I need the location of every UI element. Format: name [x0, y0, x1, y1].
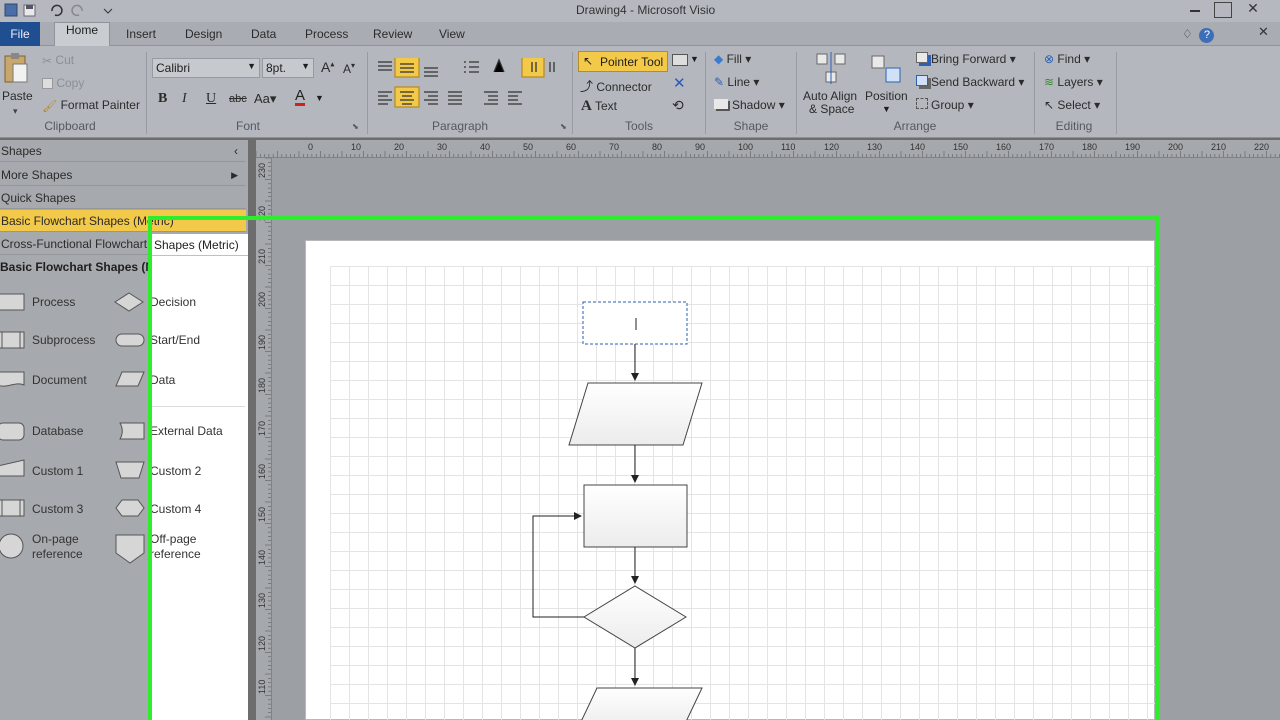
canvas-right-area [1157, 158, 1280, 720]
highlight-frame [148, 216, 1159, 720]
